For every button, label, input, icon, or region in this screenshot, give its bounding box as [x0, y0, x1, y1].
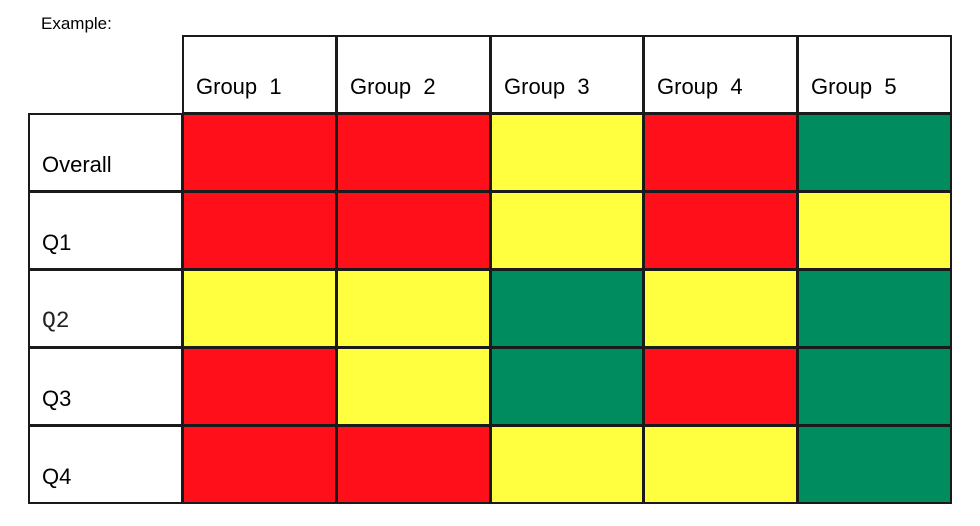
- status-cell-green: [797, 425, 952, 504]
- status-cell-red: [643, 191, 798, 270]
- status-cell-red: [336, 425, 491, 504]
- status-cell-yellow: [643, 269, 798, 348]
- status-cell-yellow: [182, 269, 337, 348]
- status-cell-green: [797, 113, 952, 192]
- column-header: Group 3: [490, 35, 644, 114]
- status-cell-red: [182, 347, 337, 426]
- row-header-label: Q1: [42, 230, 72, 255]
- status-cell-yellow: [336, 269, 491, 348]
- column-header: Group 2: [336, 35, 491, 114]
- status-cell-green: [490, 269, 644, 348]
- row-header: Q4: [28, 425, 183, 504]
- column-header-label: Group 3: [504, 74, 590, 99]
- status-grid: Group 1 Group 2 Group 3 Group 4 Group 5 Overa…: [0, 0, 980, 526]
- row-header-label: Q3: [42, 386, 72, 411]
- status-cell-yellow: [797, 191, 952, 270]
- status-cell-yellow: [490, 113, 644, 192]
- status-cell-red: [182, 425, 337, 504]
- status-cell-green: [797, 269, 952, 348]
- row-header: Overall: [28, 113, 183, 192]
- column-header: Group 1: [182, 35, 337, 114]
- status-cell-green: [797, 347, 952, 426]
- status-cell-red: [182, 191, 337, 270]
- row-header: Q1: [28, 191, 183, 270]
- column-header: Group 5: [797, 35, 952, 114]
- status-cell-red: [643, 113, 798, 192]
- column-header-label: Group 5: [811, 74, 897, 99]
- status-cell-yellow: [490, 425, 644, 504]
- row-header-label: Q2: [42, 308, 70, 334]
- status-cell-yellow: [490, 191, 644, 270]
- column-header-label: Group 1: [196, 74, 282, 99]
- row-header-label: Overall: [42, 152, 112, 177]
- status-cell-red: [336, 191, 491, 270]
- row-header-label: Q4: [42, 464, 72, 489]
- status-cell-yellow: [643, 425, 798, 504]
- status-cell-red: [336, 113, 491, 192]
- column-header-label: Group 2: [350, 74, 436, 99]
- column-header-label: Group 4: [657, 74, 743, 99]
- row-header: Q2: [28, 269, 183, 348]
- status-cell-red: [643, 347, 798, 426]
- status-cell-green: [490, 347, 644, 426]
- status-cell-red: [182, 113, 337, 192]
- column-header: Group 4: [643, 35, 798, 114]
- row-header: Q3: [28, 347, 183, 426]
- status-cell-yellow: [336, 347, 491, 426]
